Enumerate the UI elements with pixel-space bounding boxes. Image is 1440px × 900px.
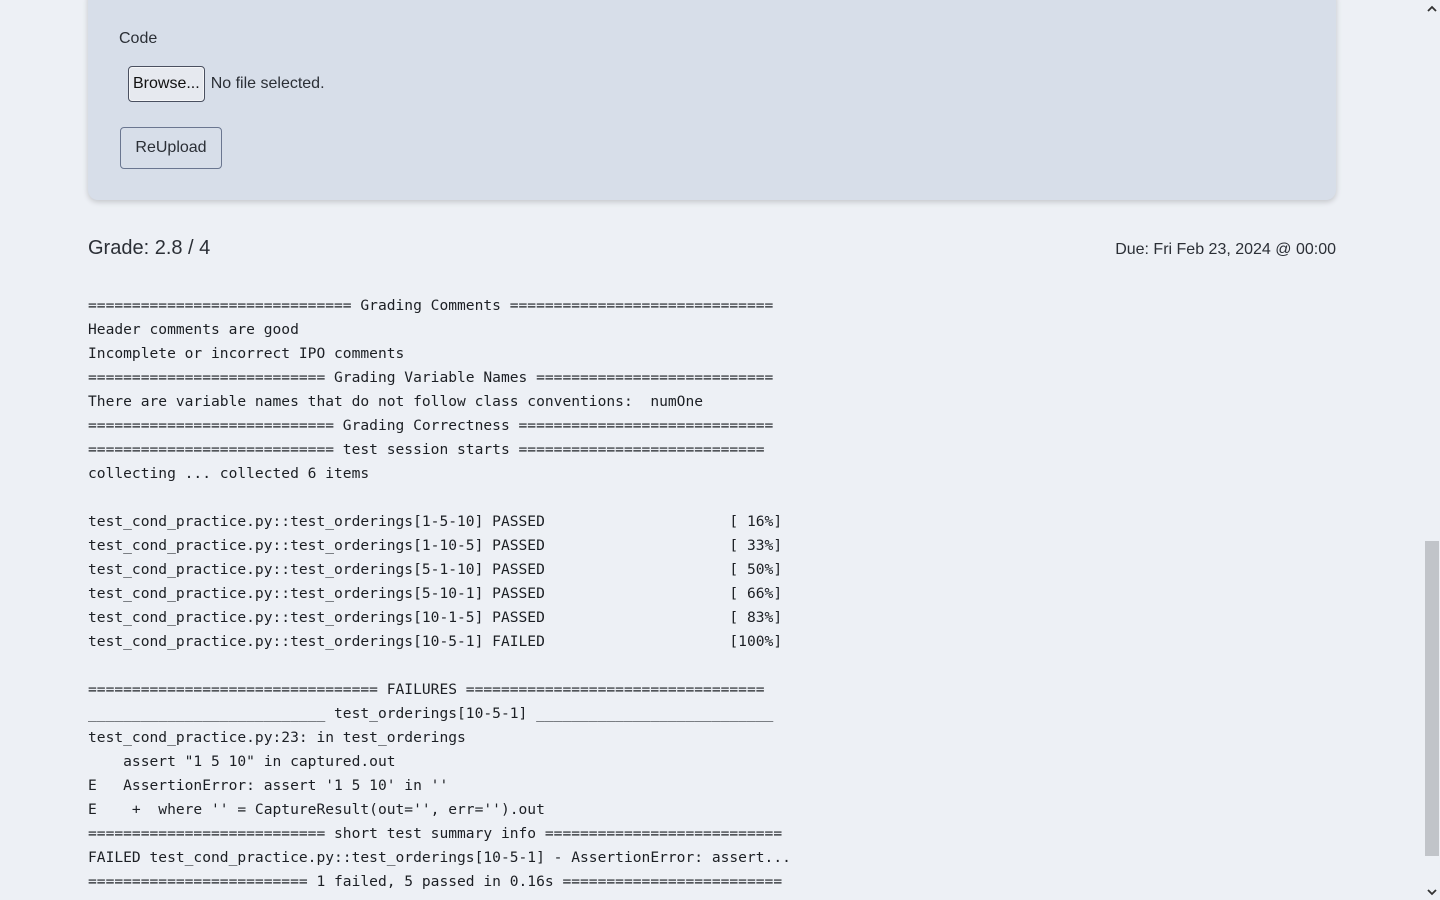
- output-line: test_cond_practice.py::test_orderings[10…: [88, 609, 783, 626]
- output-line: test_cond_practice.py::test_orderings[1-…: [88, 513, 783, 530]
- output-line: Header comments are good: [88, 321, 299, 338]
- output-line: E AssertionError: assert '1 5 10' in '': [88, 777, 449, 794]
- output-line: E + where '' = CaptureResult(out='', err…: [88, 801, 545, 818]
- output-line: =========================== short test s…: [88, 825, 783, 842]
- due-date-text: Due: Fri Feb 23, 2024 @ 00:00: [1115, 241, 1336, 258]
- output-line: ================================= FAILUR…: [88, 681, 765, 698]
- output-line: =========================== Grading Vari…: [88, 369, 774, 386]
- grade-text: Grade: 2.8 / 4: [88, 237, 211, 259]
- output-line: ========================= 1 failed, 5 pa…: [88, 873, 783, 890]
- grading-output: ============================== Grading C…: [88, 294, 791, 894]
- output-line: ___________________________ test_orderin…: [88, 705, 774, 722]
- output-line: assert "1 5 10" in captured.out: [88, 753, 396, 770]
- file-input-row: Browse... No file selected.: [128, 66, 325, 102]
- output-line: ============================ Grading Cor…: [88, 417, 774, 434]
- output-line: ============================ test sessio…: [88, 441, 765, 458]
- output-line: test_cond_practice.py::test_orderings[5-…: [88, 561, 783, 578]
- output-line: test_cond_practice.py::test_orderings[1-…: [88, 537, 783, 554]
- output-line: ============================== Grading C…: [88, 297, 774, 314]
- vertical-scrollbar[interactable]: [1423, 0, 1440, 900]
- output-line: FAILED test_cond_practice.py::test_order…: [88, 849, 791, 866]
- page-viewport: Code Browse... No file selected. ReUploa…: [0, 0, 1440, 900]
- browse-button[interactable]: Browse...: [128, 66, 205, 102]
- upload-card: Code Browse... No file selected. ReUploa…: [88, 0, 1336, 200]
- reupload-button[interactable]: ReUpload: [120, 127, 222, 169]
- scrollbar-thumb[interactable]: [1425, 541, 1439, 856]
- output-line: There are variable names that do not fol…: [88, 393, 704, 410]
- output-line: collecting ... collected 6 items: [88, 465, 370, 482]
- output-line: Incomplete or incorrect IPO comments: [88, 345, 405, 362]
- output-line: test_cond_practice.py::test_orderings[10…: [88, 633, 783, 650]
- output-line: test_cond_practice.py::test_orderings[5-…: [88, 585, 783, 602]
- chevron-up-icon[interactable]: [1423, 0, 1440, 16]
- output-line: test_cond_practice.py:23: in test_orderi…: [88, 729, 466, 746]
- chevron-down-icon[interactable]: [1423, 884, 1440, 900]
- file-status-text: No file selected.: [210, 75, 325, 92]
- code-label: Code: [119, 30, 158, 47]
